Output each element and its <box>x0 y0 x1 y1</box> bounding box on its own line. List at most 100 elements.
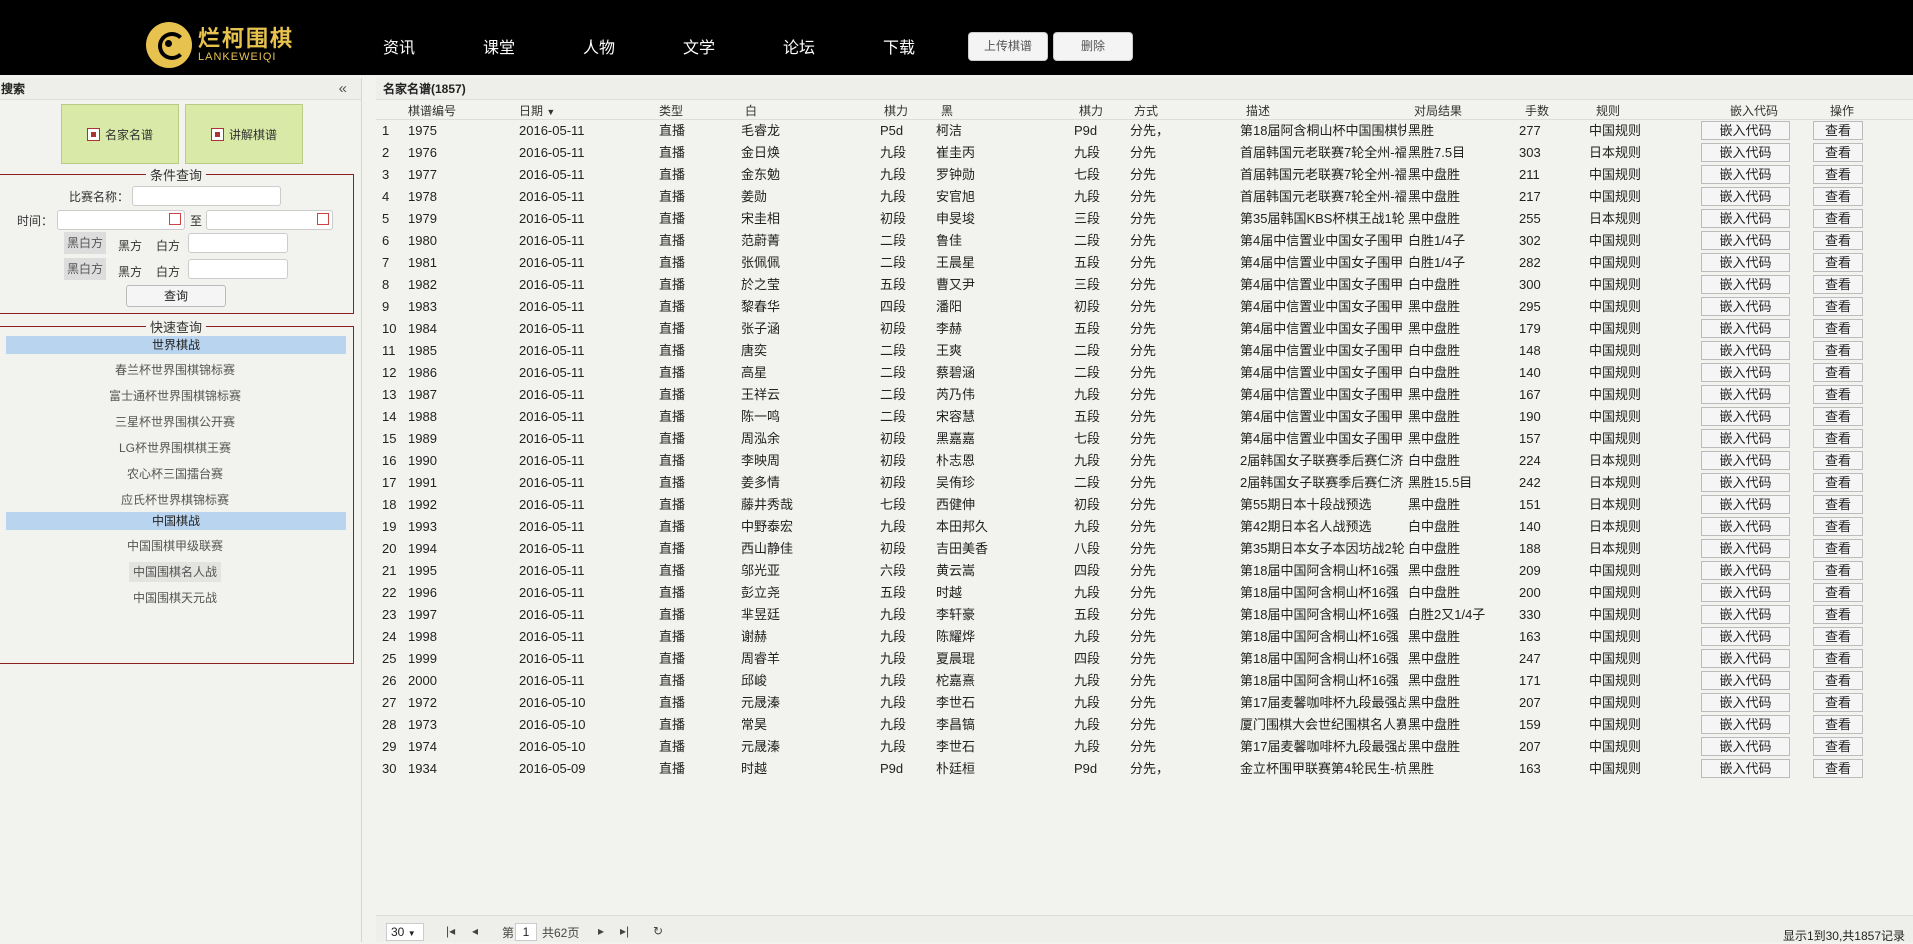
embed-code-button[interactable]: 嵌入代码 <box>1701 451 1790 470</box>
view-button[interactable]: 查看 <box>1813 715 1863 734</box>
table-row[interactable]: 10 1984 2016-05-11 直播 张子涵 初段 李赫 五段 分先 第4届中信置业中国女子… <box>376 318 1913 340</box>
last-page-icon[interactable]: ▸| <box>620 924 629 938</box>
view-button[interactable]: 查看 <box>1813 143 1863 162</box>
start-date-input[interactable] <box>57 210 185 230</box>
first-page-icon[interactable]: |◂ <box>446 924 455 938</box>
embed-code-button[interactable]: 嵌入代码 <box>1701 539 1790 558</box>
table-row[interactable]: 17 1991 2016-05-11 直播 姜多情 初段 吴侑珍 二段 分先 2届韩国女子联赛季后… <box>376 472 1913 494</box>
site-logo[interactable]: 烂柯围棋 LANKEWEIQI <box>146 22 294 68</box>
nav-item[interactable]: 文学 <box>683 34 783 58</box>
page-size-select[interactable]: 30 ▼ <box>386 923 424 941</box>
embed-code-button[interactable]: 嵌入代码 <box>1701 495 1790 514</box>
view-button[interactable]: 查看 <box>1813 341 1863 360</box>
table-row[interactable]: 4 1978 2016-05-11 直播 姜勋 九段 安官旭 九段 分先 首届韩国元老联赛7轮全州… <box>376 186 1913 208</box>
embed-code-button[interactable]: 嵌入代码 <box>1701 121 1790 140</box>
embed-code-button[interactable]: 嵌入代码 <box>1701 187 1790 206</box>
quick-item-world[interactable]: 应氏杯世界棋锦标赛 <box>0 491 350 508</box>
black-white-tag[interactable]: 黑白方 <box>64 232 107 254</box>
table-row[interactable]: 8 1982 2016-05-11 直播 於之莹 五段 曹又尹 三段 分先 第4届中信置业中国女子… <box>376 274 1913 296</box>
quick-item-world[interactable]: 三星杯世界围棋公开赛 <box>0 413 350 430</box>
quick-item-china[interactable]: 中国围棋甲级联赛 <box>0 537 350 554</box>
famous-games-tile[interactable]: 名家名谱 <box>61 104 179 164</box>
col-method[interactable]: 方式 <box>1134 104 1158 119</box>
table-row[interactable]: 28 1973 2016-05-10 直播 常昊 九段 李昌镐 九段 分先 厦门围棋大会世纪围棋名… <box>376 714 1913 736</box>
embed-code-button[interactable]: 嵌入代码 <box>1701 341 1790 360</box>
col-white-rank[interactable]: 棋力 <box>884 104 908 119</box>
table-row[interactable]: 6 1980 2016-05-11 直播 范蔚菁 二段 鲁佳 二段 分先 第4届中信置业中国女子围… <box>376 230 1913 252</box>
quick-item-world[interactable]: 富士通杯世界围棋锦标赛 <box>0 387 350 404</box>
table-row[interactable]: 2 1976 2016-05-11 直播 金日焕 九段 崔圭丙 九段 分先 首届韩国元老联赛7轮全… <box>376 142 1913 164</box>
view-button[interactable]: 查看 <box>1813 473 1863 492</box>
view-button[interactable]: 查看 <box>1813 121 1863 140</box>
prev-page-icon[interactable]: ◂ <box>472 924 478 938</box>
embed-code-button[interactable]: 嵌入代码 <box>1701 253 1790 272</box>
col-rules[interactable]: 规则 <box>1596 104 1620 119</box>
quick-item-china[interactable]: 中国围棋名人战 <box>0 562 350 582</box>
table-row[interactable]: 16 1990 2016-05-11 直播 李映周 初段 朴志恩 九段 分先 2届韩国女子联赛季后… <box>376 450 1913 472</box>
embed-code-button[interactable]: 嵌入代码 <box>1701 275 1790 294</box>
view-button[interactable]: 查看 <box>1813 275 1863 294</box>
upload-button[interactable]: 上传棋谱 <box>968 32 1048 61</box>
col-type[interactable]: 类型 <box>659 104 683 119</box>
view-button[interactable]: 查看 <box>1813 737 1863 756</box>
embed-code-button[interactable]: 嵌入代码 <box>1701 671 1790 690</box>
col-game-id[interactable]: 棋谱编号 <box>408 104 456 119</box>
table-row[interactable]: 25 1999 2016-05-11 直播 周睿羊 九段 夏晨琨 四段 分先 第18届中国阿含桐山… <box>376 648 1913 670</box>
embed-code-button[interactable]: 嵌入代码 <box>1701 715 1790 734</box>
table-row[interactable]: 3 1977 2016-05-11 直播 金东勉 九段 罗钟勋 七段 分先 首届韩国元老联赛7轮全… <box>376 164 1913 186</box>
quick-item-china[interactable]: 中国围棋天元战 <box>0 589 350 606</box>
end-date-input[interactable] <box>206 210 333 230</box>
view-button[interactable]: 查看 <box>1813 231 1863 250</box>
view-button[interactable]: 查看 <box>1813 759 1863 778</box>
embed-code-button[interactable]: 嵌入代码 <box>1701 165 1790 184</box>
table-row[interactable]: 7 1981 2016-05-11 直播 张佩佩 二段 王晨星 五段 分先 第4届中信置业中国女子… <box>376 252 1913 274</box>
refresh-icon[interactable]: ↻ <box>653 924 663 938</box>
col-moves[interactable]: 手数 <box>1525 104 1549 119</box>
view-button[interactable]: 查看 <box>1813 407 1863 426</box>
view-button[interactable]: 查看 <box>1813 539 1863 558</box>
view-button[interactable]: 查看 <box>1813 671 1863 690</box>
embed-code-button[interactable]: 嵌入代码 <box>1701 429 1790 448</box>
table-row[interactable]: 9 1983 2016-05-11 直播 黎春华 四段 潘阳 初段 分先 第4届中信置业中国女子围… <box>376 296 1913 318</box>
embed-code-button[interactable]: 嵌入代码 <box>1701 737 1790 756</box>
player-input-2[interactable] <box>188 259 288 279</box>
embed-code-button[interactable]: 嵌入代码 <box>1701 209 1790 228</box>
col-black[interactable]: 黑 <box>941 104 953 119</box>
embed-code-button[interactable]: 嵌入代码 <box>1701 693 1790 712</box>
china-category-header[interactable]: 中国棋战 <box>6 512 346 530</box>
table-row[interactable]: 27 1972 2016-05-10 直播 元晟溱 九段 李世石 九段 分先 第17届麦馨咖啡杯九… <box>376 692 1913 714</box>
nav-item[interactable]: 课堂 <box>483 34 583 58</box>
view-button[interactable]: 查看 <box>1813 297 1863 316</box>
table-row[interactable]: 21 1995 2016-05-11 直播 邬光亚 六段 黄云嵩 四段 分先 第18届中国阿含桐山… <box>376 560 1913 582</box>
col-date[interactable]: 日期 ▼ <box>519 104 555 120</box>
table-row[interactable]: 23 1997 2016-05-11 直播 芈昱廷 九段 李轩豪 五段 分先 第18届中国阿含桐山… <box>376 604 1913 626</box>
embed-code-button[interactable]: 嵌入代码 <box>1701 319 1790 338</box>
nav-item[interactable]: 论坛 <box>783 34 883 58</box>
table-row[interactable]: 20 1994 2016-05-11 直播 西山静佳 初段 吉田美香 八段 分先 第35期日本女子… <box>376 538 1913 560</box>
embed-code-button[interactable]: 嵌入代码 <box>1701 363 1790 382</box>
view-button[interactable]: 查看 <box>1813 649 1863 668</box>
nav-item[interactable]: 资讯 <box>383 34 483 58</box>
embed-code-button[interactable]: 嵌入代码 <box>1701 517 1790 536</box>
col-description[interactable]: 描述 <box>1246 104 1270 119</box>
calendar-icon[interactable] <box>169 213 181 225</box>
embed-code-button[interactable]: 嵌入代码 <box>1701 385 1790 404</box>
table-row[interactable]: 29 1974 2016-05-10 直播 元晟溱 九段 李世石 九段 分先 第17届麦馨咖啡杯九… <box>376 736 1913 758</box>
embed-code-button[interactable]: 嵌入代码 <box>1701 473 1790 492</box>
col-result[interactable]: 对局结果 <box>1414 104 1462 119</box>
view-button[interactable]: 查看 <box>1813 583 1863 602</box>
table-row[interactable]: 24 1998 2016-05-11 直播 谢赫 九段 陈耀烨 九段 分先 第18届中国阿含桐山杯… <box>376 626 1913 648</box>
table-row[interactable]: 12 1986 2016-05-11 直播 高星 二段 蔡碧涵 二段 分先 第4届中信置业中国女子… <box>376 362 1913 384</box>
view-button[interactable]: 查看 <box>1813 605 1863 624</box>
view-button[interactable]: 查看 <box>1813 561 1863 580</box>
view-button[interactable]: 查看 <box>1813 385 1863 404</box>
table-row[interactable]: 15 1989 2016-05-11 直播 周泓余 初段 黑嘉嘉 七段 分先 第4届中信置业中国女… <box>376 428 1913 450</box>
embed-code-button[interactable]: 嵌入代码 <box>1701 561 1790 580</box>
view-button[interactable]: 查看 <box>1813 429 1863 448</box>
table-row[interactable]: 18 1992 2016-05-11 直播 藤井秀哉 七段 西健伸 初段 分先 第55期日本十段战… <box>376 494 1913 516</box>
next-page-icon[interactable]: ▸ <box>598 924 604 938</box>
view-button[interactable]: 查看 <box>1813 517 1863 536</box>
collapse-icon[interactable]: « <box>339 80 347 97</box>
page-number-input[interactable]: 1 <box>515 923 537 941</box>
embed-code-button[interactable]: 嵌入代码 <box>1701 627 1790 646</box>
